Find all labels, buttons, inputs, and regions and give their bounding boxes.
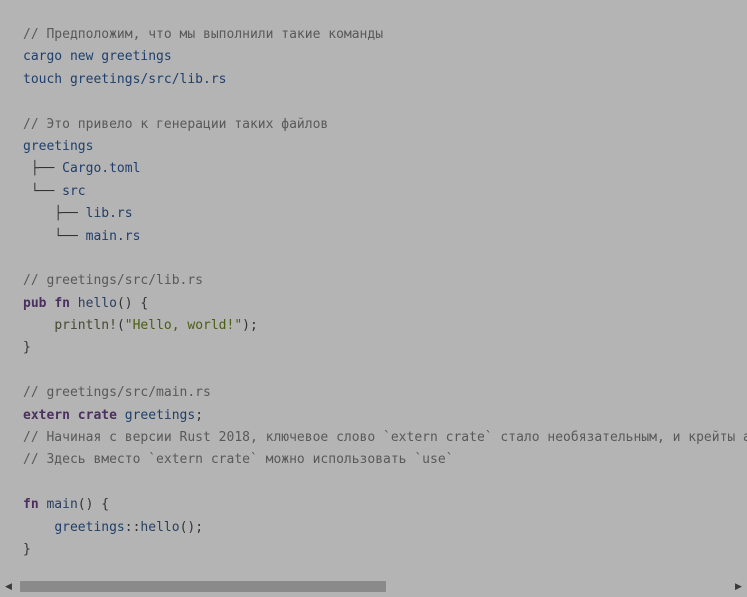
code-identifier: touch greetings/src/lib.rs [23, 71, 227, 87]
code-line: // Здесь вместо `extern crate` можно исп… [23, 449, 747, 471]
code-line: // greetings/src/main.rs [23, 382, 747, 404]
code-keyword: fn [23, 497, 39, 513]
code-punctuation: () { [77, 497, 110, 513]
code-function-name: hello [77, 295, 117, 311]
code-punctuation: :: [124, 519, 141, 535]
code-line: println!("Hello, world!"); [23, 315, 747, 337]
code-keyword: extern [23, 407, 70, 423]
code-comment: // Это привело к генерации таких файлов [23, 116, 329, 132]
code-tree-branch: ├── [23, 206, 86, 222]
code-line: pub fn hello() { [23, 293, 747, 315]
code-tree-branch: ├── [23, 161, 63, 177]
code-path: lib.rs [85, 206, 133, 222]
code-keyword: fn [54, 295, 70, 311]
code-punctuation [117, 408, 125, 423]
code-keyword: pub [23, 295, 47, 311]
code-identifier: greetings [124, 407, 196, 423]
code-comment: // greetings/src/lib.rs [23, 273, 204, 289]
code-function-name: hello [140, 519, 180, 535]
code-path: src [62, 183, 86, 199]
code-path: main.rs [85, 228, 141, 244]
code-line: greetings::hello(); [23, 517, 747, 539]
code-punctuation: ( [116, 318, 125, 334]
code-comment: // Предположим, что мы выполнили такие к… [23, 27, 384, 42]
scrollbar-thumb[interactable] [20, 581, 386, 592]
code-punctuation: } [23, 340, 31, 356]
code-tree-branch: └── [23, 228, 86, 244]
code-line: extern crate greetings; [23, 405, 747, 427]
code-string: "Hello, world!" [124, 318, 243, 334]
code-punctuation [23, 520, 54, 535]
code-line: // Начиная с версии Rust 2018, ключевое … [23, 427, 747, 449]
horizontal-scrollbar[interactable]: ◀ ▶ [0, 578, 747, 595]
code-macro: println! [54, 318, 117, 334]
code-line: greetings [23, 136, 747, 158]
code-comment: // greetings/src/main.rs [23, 385, 211, 401]
code-line: └── main.rs [23, 226, 747, 248]
scroll-right-arrow-icon[interactable]: ▶ [730, 578, 747, 595]
code-block: // Предположим, что мы выполнили такие к… [23, 24, 747, 561]
code-punctuation: } [23, 541, 31, 557]
code-identifier: greetings [23, 138, 94, 154]
code-line: cargo new greetings [23, 46, 747, 68]
code-line: └── src [23, 181, 747, 203]
code-line: ├── Cargo.toml [23, 158, 747, 180]
code-punctuation: ; [195, 407, 204, 423]
code-line: ├── lib.rs [23, 203, 747, 225]
code-panel: // Предположим, что мы выполнили такие к… [0, 0, 747, 597]
code-punctuation: (); [179, 519, 204, 535]
code-punctuation: ); [242, 318, 258, 334]
code-identifier: cargo new greetings [23, 49, 172, 65]
code-line: // greetings/src/lib.rs [23, 270, 747, 292]
scroll-left-arrow-icon[interactable]: ◀ [0, 578, 17, 595]
code-line: fn main() { [23, 494, 747, 516]
code-line: } [23, 337, 747, 359]
code-line: touch greetings/src/lib.rs [23, 69, 747, 91]
code-line: // Предположим, что мы выполнили такие к… [23, 24, 747, 46]
code-punctuation [70, 296, 78, 311]
code-line: // Это привело к генерации таких файлов [23, 114, 747, 136]
code-tree-branch: └── [23, 183, 63, 199]
code-punctuation [23, 318, 54, 333]
code-identifier: greetings [54, 519, 125, 535]
code-keyword: crate [77, 407, 117, 423]
code-comment: // Начиная с версии Rust 2018, ключевое … [23, 430, 747, 446]
code-punctuation [70, 408, 78, 423]
code-comment: // Здесь вместо `extern crate` можно исп… [23, 452, 454, 468]
code-punctuation: () { [116, 295, 149, 311]
code-function-name: main [46, 497, 78, 513]
code-line: } [23, 539, 747, 561]
code-path: Cargo.toml [62, 161, 141, 177]
